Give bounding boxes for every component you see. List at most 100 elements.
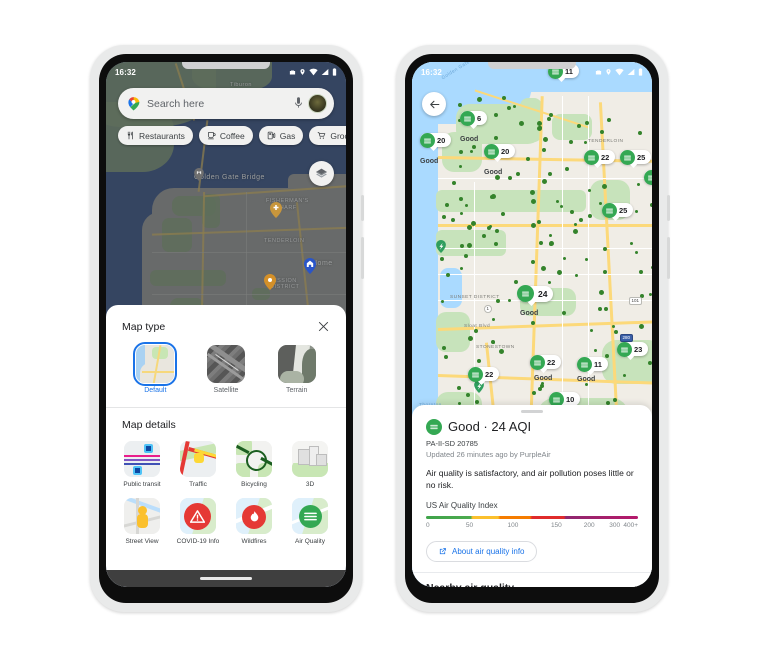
home-handle[interactable] <box>200 577 252 580</box>
sensor-dot[interactable] <box>441 345 446 350</box>
map-detail-air-quality[interactable]: Air Quality <box>282 498 338 546</box>
sensor-dot[interactable] <box>476 96 482 102</box>
sensor-dot[interactable] <box>475 399 480 404</box>
sensor-dot[interactable] <box>587 188 591 192</box>
search-bar[interactable]: Search here <box>118 88 334 119</box>
chip-restaurants[interactable]: Restaurants <box>118 126 193 145</box>
sensor-dot[interactable] <box>630 241 634 245</box>
map-pin-hospital[interactable] <box>270 202 282 218</box>
sensor-dot[interactable] <box>495 228 500 233</box>
power-button-right[interactable] <box>667 195 670 221</box>
map-details-grid[interactable]: Public transit Traffic Bicycling 3D Street V… <box>106 431 346 546</box>
sensor-dot[interactable] <box>460 243 465 248</box>
sensor-dot[interactable] <box>506 105 511 110</box>
map-detail-public-transit[interactable]: Public transit <box>114 441 170 489</box>
sensor-dot[interactable] <box>603 246 608 251</box>
avatar[interactable] <box>308 94 327 113</box>
map-detail-3d[interactable]: 3D <box>282 441 338 489</box>
aqi-marker[interactable]: 23 <box>617 342 649 357</box>
aqi-marker[interactable]: 24 <box>517 285 554 302</box>
sensor-dot[interactable] <box>493 112 498 117</box>
sensor-dot[interactable] <box>541 147 546 152</box>
chip-gas[interactable]: Gas <box>258 126 304 145</box>
back-button[interactable] <box>422 92 446 116</box>
map-detail-bicycling[interactable]: Bicycling <box>226 441 282 489</box>
sensor-dot[interactable] <box>536 120 542 126</box>
sensor-dot[interactable] <box>537 387 542 392</box>
sensor-dot[interactable] <box>489 224 493 228</box>
sensor-dot[interactable] <box>525 156 530 161</box>
sensor-dot[interactable] <box>556 199 560 203</box>
map-detail-wildfires[interactable]: Wildfires <box>226 498 282 546</box>
sensor-dot[interactable] <box>650 203 652 208</box>
sensor-dot[interactable] <box>466 242 472 248</box>
sensor-dot[interactable] <box>638 130 643 135</box>
aqi-marker[interactable]: 10 <box>549 392 581 407</box>
close-icon[interactable] <box>317 320 330 333</box>
map-type-default[interactable]: Default <box>120 341 191 394</box>
power-button[interactable] <box>361 195 364 221</box>
sensor-dot[interactable] <box>587 213 592 218</box>
sensor-dot[interactable] <box>583 140 587 144</box>
sensor-dot[interactable] <box>531 222 537 228</box>
sensor-dot[interactable] <box>606 118 611 122</box>
sensor-dot[interactable] <box>648 292 652 296</box>
sensor-dot[interactable] <box>457 102 462 107</box>
map-type-satellite[interactable]: Satellite <box>191 345 262 394</box>
map-detail-street-view[interactable]: Street View <box>114 498 170 546</box>
sensor-dot[interactable] <box>491 317 495 321</box>
map-detail-traffic[interactable]: Traffic <box>170 441 226 489</box>
map-detail-covid-19-info[interactable]: COVID-19 Info <box>170 498 226 546</box>
map-pin-park-west[interactable] <box>436 240 446 253</box>
aqi-marker[interactable]: 25 <box>620 150 652 165</box>
sensor-dot[interactable] <box>547 281 551 285</box>
sensor-dot[interactable] <box>594 348 598 352</box>
map-type-options[interactable]: Default Satellite Terrain <box>106 333 346 400</box>
chip-coffee[interactable]: Coffee <box>198 126 253 145</box>
sensor-dot[interactable] <box>493 242 498 247</box>
sensor-dot[interactable] <box>611 324 615 328</box>
microphone-icon[interactable] <box>294 97 303 110</box>
sensor-dot[interactable] <box>584 121 589 126</box>
aqi-marker[interactable]: 20 <box>484 144 516 159</box>
sensor-dot[interactable] <box>441 214 446 219</box>
map-type-terrain[interactable]: Terrain <box>261 345 332 394</box>
sensor-dot[interactable] <box>507 176 512 181</box>
sensor-dot[interactable] <box>651 265 652 269</box>
volume-button-right[interactable] <box>667 237 670 279</box>
sensor-dot[interactable] <box>471 220 477 226</box>
sensor-dot[interactable] <box>530 320 535 325</box>
sensor-dot[interactable] <box>458 149 463 154</box>
map-pin-home[interactable] <box>304 258 316 274</box>
sensor-dot[interactable] <box>597 306 602 311</box>
aqi-marker[interactable]: 22 <box>468 367 500 382</box>
aqi-marker[interactable]: 25 <box>602 203 634 218</box>
aqi-marker[interactable]: 20 <box>420 133 452 148</box>
sensor-dot[interactable] <box>648 360 652 365</box>
search-input[interactable]: Search here <box>147 98 294 110</box>
sensor-dot[interactable] <box>613 329 618 334</box>
aqi-marker[interactable]: 22 <box>584 150 616 165</box>
aqi-marker[interactable]: 6 <box>460 111 488 126</box>
sensor-dot[interactable] <box>537 125 543 131</box>
chip-grocer[interactable]: Grocer <box>309 126 346 145</box>
sensor-dot[interactable] <box>572 228 578 234</box>
sensor-dot[interactable] <box>513 279 518 284</box>
volume-button[interactable] <box>361 237 364 279</box>
sensor-dot[interactable] <box>512 105 516 109</box>
map-pin-golden-gate-bridge[interactable] <box>194 168 204 181</box>
sensor-dot[interactable] <box>568 139 573 144</box>
sensor-dot[interactable] <box>531 391 536 396</box>
sensor-dot[interactable] <box>440 256 445 261</box>
sensor-dot[interactable] <box>471 144 476 149</box>
map-pin-poi[interactable] <box>264 274 276 290</box>
sensor-dot[interactable] <box>634 251 638 255</box>
aqi-marker[interactable]: 22 <box>530 355 562 370</box>
sensor-dot[interactable] <box>494 175 500 181</box>
sensor-dot[interactable] <box>530 199 536 205</box>
sensor-dot[interactable] <box>463 253 468 258</box>
category-chips[interactable]: Restaurants Coffee Gas Grocer <box>118 126 346 145</box>
about-air-quality-button[interactable]: About air quality info <box>426 541 537 563</box>
aqi-marker[interactable]: 25 <box>644 170 652 185</box>
aqi-marker[interactable]: 11 <box>577 357 608 372</box>
